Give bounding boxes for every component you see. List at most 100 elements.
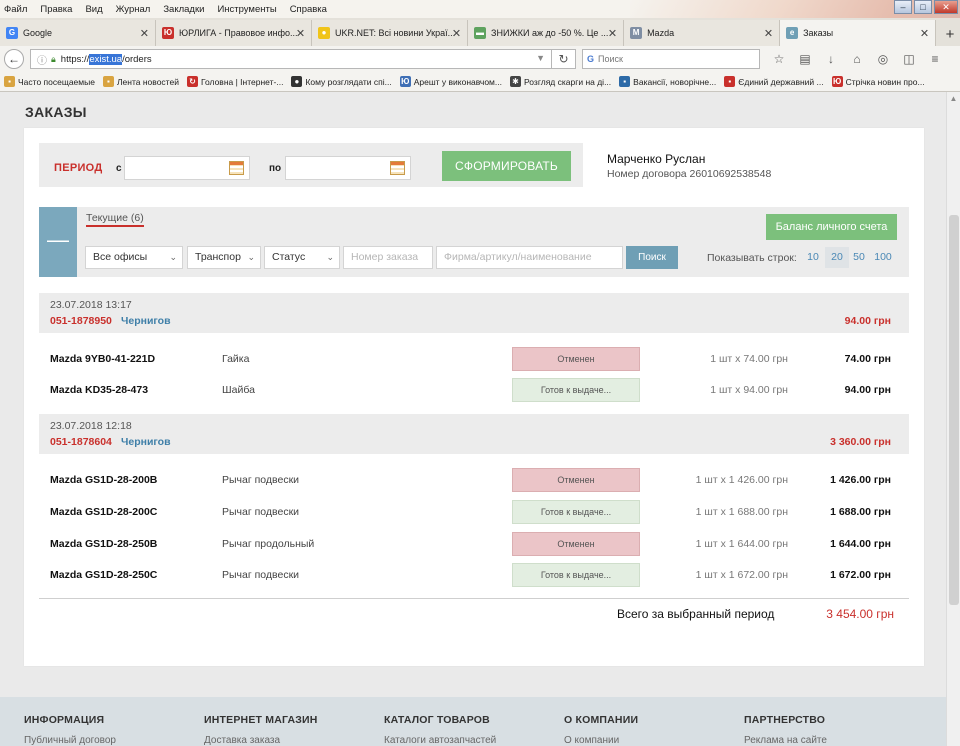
item-sum: 94.00 грн — [844, 384, 891, 396]
status-select[interactable]: Статус ⌄ — [264, 246, 340, 269]
tab-google[interactable]: G Google ✕ — [0, 20, 157, 46]
bookmark-item[interactable]: ▪ Вакансії, новорічне... — [619, 76, 716, 87]
window-controls: – □ ✕ — [892, 0, 958, 14]
order-number-link[interactable]: 051-1878604 — [50, 436, 112, 448]
order-number-link[interactable]: 051-1878950 — [50, 315, 112, 327]
maximize-button[interactable]: □ — [914, 0, 932, 14]
rows-option-10[interactable]: 10 — [801, 247, 825, 268]
tab-title: UKR.NET: Всі новини Украї... — [335, 28, 456, 38]
scrollbar-thumb[interactable] — [949, 215, 959, 605]
tab-ukrnet[interactable]: ● UKR.NET: Всі новини Украї... ✕ — [312, 20, 469, 46]
menu-view[interactable]: Вид — [85, 4, 102, 15]
sync-icon[interactable]: ◎ — [874, 52, 892, 66]
rows-option-100[interactable]: 100 — [871, 247, 895, 268]
browser-search-input[interactable]: G Поиск — [582, 49, 760, 69]
footer-link[interactable]: Доставка заказа — [204, 735, 318, 746]
footer-link[interactable]: Публичный договор — [24, 735, 116, 746]
rows-option-20[interactable]: 20 — [825, 247, 849, 268]
item-name: Рычаг подвески — [222, 474, 300, 486]
bookmark-star-icon[interactable]: ☆ — [770, 52, 788, 66]
footer-link[interactable]: О компании — [564, 735, 638, 746]
generate-button[interactable]: СФОРМИРОВАТЬ — [442, 151, 571, 181]
url-path: /orders — [122, 53, 152, 65]
tab-yurliga[interactable]: Ю ЮРЛИГА - Правовое инфо... ✕ — [156, 20, 313, 46]
tab-orders[interactable]: e Заказы ✕ — [780, 20, 937, 46]
address-bar[interactable]: ⓘ 🔒︎ https:// exist.ua /orders ▼ — [30, 49, 552, 69]
pocket-icon[interactable]: ◫ — [900, 52, 918, 66]
menu-history[interactable]: Журнал — [116, 4, 151, 15]
from-label: с — [116, 163, 122, 174]
date-from-input[interactable] — [124, 156, 250, 180]
download-icon[interactable]: ↓ — [822, 52, 840, 66]
dropdown-arrow-icon[interactable]: ▼ — [536, 53, 545, 63]
tab-sale[interactable]: ▬ ЗНИЖКИ аж до -50 %. Це ... ✕ — [468, 20, 625, 46]
home-icon[interactable]: ⌂ — [848, 52, 866, 66]
info-icon[interactable]: ⓘ — [37, 52, 47, 67]
transport-select[interactable]: Транспор ⌄ — [187, 246, 261, 269]
item-code[interactable]: Mazda GS1D-28-250B — [50, 538, 157, 550]
minimize-button[interactable]: – — [894, 0, 912, 14]
date-to-input[interactable] — [285, 156, 411, 180]
menu-edit[interactable]: Правка — [40, 4, 72, 15]
menu-help[interactable]: Справка — [290, 4, 327, 15]
article-search-input[interactable]: Фирма/артикул/наименование — [436, 246, 623, 269]
item-code[interactable]: Mazda GS1D-28-250C — [50, 569, 157, 581]
status-badge: Отменен — [512, 468, 640, 492]
menu-file[interactable]: Файл — [4, 4, 27, 15]
tab-mazda[interactable]: M Mazda ✕ — [624, 20, 781, 46]
close-window-button[interactable]: ✕ — [934, 0, 958, 14]
bookmark-item[interactable]: Ю Стрічка новин про... — [831, 76, 925, 87]
tab-current-orders[interactable]: Текущие (6) — [86, 212, 144, 224]
calendar-icon[interactable] — [229, 161, 244, 175]
offices-select[interactable]: Все офисы ⌄ — [85, 246, 183, 269]
order-city[interactable]: Чернигов — [121, 436, 171, 448]
menu-bookmarks[interactable]: Закладки — [163, 4, 204, 15]
order-date: 23.07.2018 12:18 — [50, 420, 132, 432]
back-arrow-icon[interactable]: ← — [4, 49, 24, 69]
status-badge: Отменен — [512, 532, 640, 556]
item-code[interactable]: Mazda 9YB0-41-221D — [50, 353, 155, 365]
reload-icon[interactable]: ↻ — [552, 49, 576, 69]
bookmark-item[interactable]: ▪ Часто посещаемые — [4, 76, 95, 87]
new-tab-button[interactable]: + — [940, 26, 960, 46]
balance-button[interactable]: Баланс личного счета — [766, 214, 897, 240]
order-city[interactable]: Чернигов — [121, 315, 171, 327]
tab-title: Google — [23, 28, 53, 38]
tab-close-icon[interactable]: ✕ — [920, 27, 929, 40]
order-item-row: Mazda GS1D-28-250B Рычаг продольный Отме… — [39, 532, 909, 556]
bookmark-item[interactable]: ▪ Єдиний державний ... — [724, 76, 824, 87]
tab-close-icon[interactable]: ✕ — [452, 27, 461, 40]
bookmark-item[interactable]: ● Кому розглядати спі... — [291, 76, 392, 87]
collapse-toggle[interactable]: — — [39, 207, 77, 277]
item-code[interactable]: Mazda KD35-28-473 — [50, 384, 148, 396]
lock-icon: 🔒︎ — [51, 53, 56, 64]
footer-link[interactable]: Каталоги автозапчастей — [384, 735, 496, 746]
rows-option-50[interactable]: 50 — [847, 247, 871, 268]
menu-tools[interactable]: Инструменты — [217, 4, 276, 15]
bookmark-item[interactable]: ↻ Головна | Інтернет-... — [186, 76, 283, 87]
bookmark-item[interactable]: ✱ Розгляд скарги на ді... — [510, 76, 611, 87]
bookmark-item[interactable]: Ю Арешт у виконавчом... — [399, 76, 502, 87]
item-code[interactable]: Mazda GS1D-28-200C — [50, 506, 157, 518]
page-scrollbar[interactable]: ▲ — [946, 92, 960, 746]
menu-icon[interactable]: ≡ — [926, 52, 944, 66]
item-code[interactable]: Mazda GS1D-28-200B — [50, 474, 157, 486]
item-name: Рычаг продольный — [222, 538, 315, 550]
tab-close-icon[interactable]: ✕ — [140, 27, 149, 40]
tab-close-icon[interactable]: ✕ — [296, 27, 305, 40]
bookmark-label: Єдиний державний ... — [738, 76, 824, 87]
bookmark-item[interactable]: ▪ Лента новостей — [102, 76, 179, 87]
yurliga-icon: Ю — [162, 27, 175, 39]
tab-close-icon[interactable]: ✕ — [608, 27, 617, 40]
scroll-up-icon[interactable]: ▲ — [947, 92, 960, 106]
reading-list-icon[interactable]: ▤ — [796, 52, 814, 66]
footer-link[interactable]: Реклама на сайте — [744, 735, 827, 746]
footer-column: ПАРТНЕРСТВО Реклама на сайте — [744, 714, 827, 746]
tab-title: ЮРЛИГА - Правовое инфо... — [179, 28, 298, 38]
order-number-input[interactable]: Номер заказа — [343, 246, 433, 269]
bookmarks-bar: ▪ Часто посещаемые ▪ Лента новостей ↻ Голов… — [0, 72, 960, 92]
order-header: 23.07.2018 13:17 051-1878950 Чернигов 94… — [39, 293, 909, 333]
search-button[interactable]: Поиск — [626, 246, 678, 269]
calendar-icon[interactable] — [390, 161, 405, 175]
tab-close-icon[interactable]: ✕ — [764, 27, 773, 40]
